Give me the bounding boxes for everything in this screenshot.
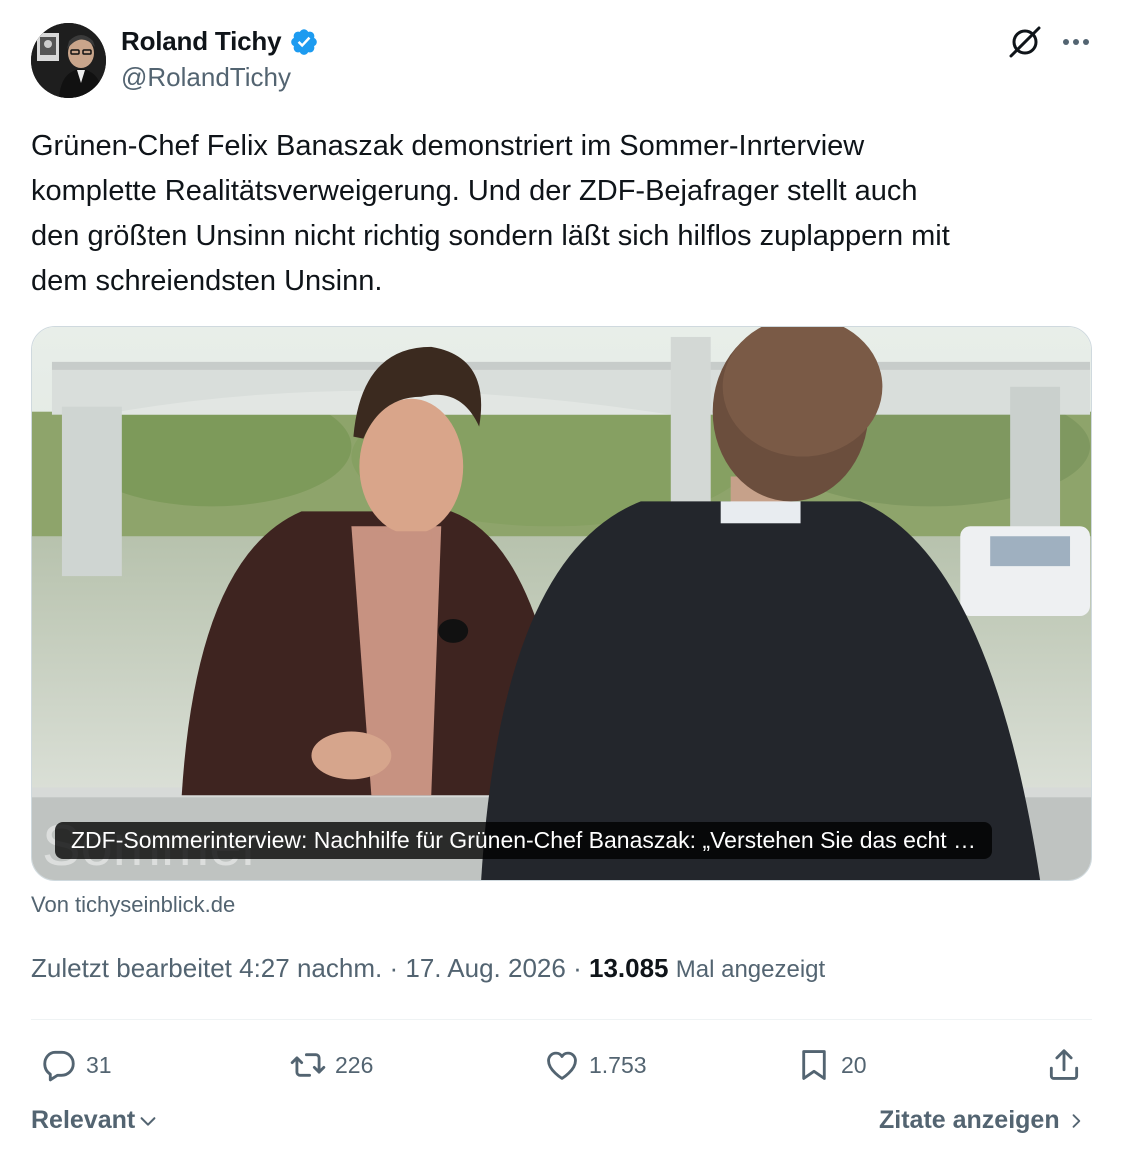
author-display-name[interactable]: Roland Tichy: [121, 26, 282, 57]
tweet-card: Roland Tichy @RolandTichy Grünen-Chef Fe…: [0, 0, 1123, 1162]
share-icon: [1049, 1049, 1079, 1080]
author-handle[interactable]: @RolandTichy: [121, 62, 291, 93]
repost-button[interactable]: 226: [289, 1043, 373, 1087]
link-preview-card[interactable]: Sommer ZDF-Sommerinterview: Nachhilfe fü…: [31, 326, 1092, 881]
tweet-date[interactable]: 17. Aug. 2026: [405, 953, 565, 983]
grok-icon[interactable]: [1007, 24, 1043, 60]
chevron-down-icon: [140, 1116, 156, 1126]
chevron-right-icon: [1072, 1113, 1080, 1128]
view-quotes-link[interactable]: Zitate anzeigen: [879, 1106, 1086, 1135]
avatar[interactable]: [31, 23, 106, 98]
quotes-label: Zitate anzeigen: [879, 1106, 1060, 1134]
divider: [31, 1019, 1092, 1020]
card-source-domain[interactable]: Von tichyseinblick.de: [31, 892, 235, 918]
more-options-icon[interactable]: [1058, 28, 1094, 56]
edited-label[interactable]: Zuletzt bearbeitet: [31, 953, 232, 983]
share-button[interactable]: [1045, 1043, 1083, 1087]
tweet-time[interactable]: 4:27 nachm.: [239, 953, 382, 983]
heart-icon: [547, 1051, 577, 1080]
reply-icon: [43, 1050, 75, 1082]
meta-separator: ·: [389, 953, 399, 983]
video-thumbnail-image: Sommer: [32, 327, 1091, 880]
like-button[interactable]: 1.753: [543, 1043, 647, 1087]
bookmark-count: 20: [841, 1051, 867, 1078]
views-label: Mal angezeigt: [675, 956, 826, 983]
bookmark-button[interactable]: 20: [795, 1043, 867, 1087]
reply-count: 31: [86, 1051, 112, 1078]
sort-label: Relevant: [31, 1106, 136, 1134]
reply-button[interactable]: 31: [40, 1043, 112, 1087]
repost-count: 226: [335, 1051, 374, 1078]
repost-icon: [290, 1053, 326, 1077]
tweet-text: Grünen-Chef Felix Banaszak demonstriert …: [31, 130, 950, 297]
sort-dropdown[interactable]: Relevant: [31, 1106, 159, 1135]
tweet-meta: Zuletzt bearbeitet 4:27 nachm. · 17. Aug…: [31, 953, 825, 984]
meta-separator: ·: [573, 953, 582, 983]
card-caption[interactable]: ZDF-Sommerinterview: Nachhilfe für Grüne…: [55, 822, 993, 859]
verified-badge-icon: [291, 28, 318, 55]
avatar-image: [31, 23, 106, 98]
views-count: 13.085: [588, 953, 669, 983]
like-count: 1.753: [589, 1051, 647, 1078]
bookmark-icon: [802, 1050, 826, 1080]
author-name-row[interactable]: Roland Tichy: [121, 26, 319, 57]
